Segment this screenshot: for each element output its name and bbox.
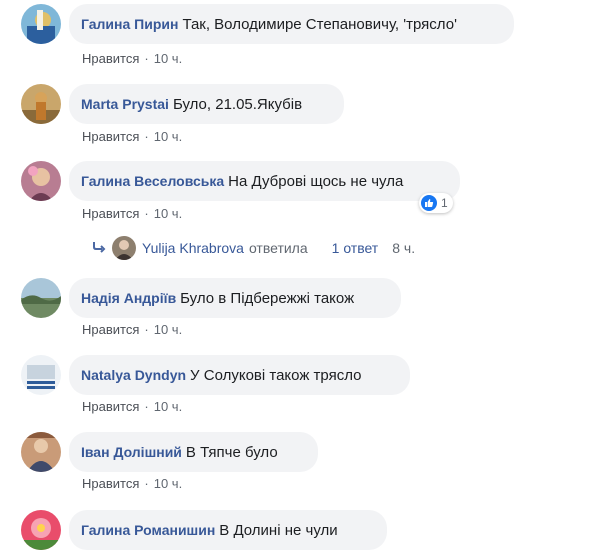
comment-text: В Тяпче було bbox=[185, 443, 278, 461]
meta-separator: · bbox=[144, 476, 149, 491]
comment-text: Було в Підбережжі також bbox=[180, 289, 355, 307]
like-link[interactable]: Нравится bbox=[82, 476, 139, 491]
meta-separator: · bbox=[144, 129, 149, 144]
comment-bubble: Natalya Dyndyn У Солукові також трясло bbox=[69, 355, 410, 395]
reaction-badge[interactable]: 1 bbox=[419, 193, 453, 213]
comment-author[interactable]: Галина Романишин bbox=[81, 522, 215, 538]
reply-arrow-icon bbox=[92, 240, 106, 256]
like-link[interactable]: Нравится bbox=[82, 129, 139, 144]
avatar bbox=[112, 236, 136, 260]
comment-meta: Нравится · 10 ч. bbox=[82, 206, 182, 221]
comment-text: Було, 21.05.Якубів bbox=[172, 95, 303, 113]
like-link[interactable]: Нравится bbox=[82, 51, 139, 66]
avatar[interactable] bbox=[21, 84, 61, 124]
comment-meta: Нравится · 10 ч. bbox=[82, 322, 182, 337]
meta-separator: · bbox=[144, 206, 149, 221]
comment-bubble: Галина Веселовська На Дуброві щось не чу… bbox=[69, 161, 460, 201]
like-link[interactable]: Нравится bbox=[82, 322, 139, 337]
avatar[interactable] bbox=[21, 355, 61, 395]
reaction-count: 1 bbox=[441, 196, 448, 210]
reply-count[interactable]: 1 ответ bbox=[332, 240, 379, 256]
comment-author[interactable]: Галина Пирин bbox=[81, 16, 178, 32]
comment-text: В Долині не чули bbox=[219, 521, 338, 539]
comment-meta: Нравится · 10 ч. bbox=[82, 129, 182, 144]
reply-author[interactable]: Yulija Khrabrova bbox=[142, 240, 244, 256]
thumbs-up-icon bbox=[421, 195, 437, 211]
reply-time: 8 ч. bbox=[392, 240, 416, 256]
reply-action: ответила bbox=[248, 240, 308, 256]
comment-bubble: Marta Prystai Було, 21.05.Якубів bbox=[69, 84, 344, 124]
comment-bubble: Іван Долішний В Тяпче було bbox=[69, 432, 318, 472]
avatar[interactable] bbox=[21, 4, 61, 44]
comment-author[interactable]: Галина Веселовська bbox=[81, 173, 224, 189]
comment-author[interactable]: Natalya Dyndyn bbox=[81, 367, 186, 383]
comment-author[interactable]: Надія Андріїв bbox=[81, 290, 176, 306]
view-replies-link[interactable]: Yulija Khrabrova ответила 1 ответ 8 ч. bbox=[92, 236, 415, 260]
comment-bubble: Галина Пирин Так, Володимире Степановичу… bbox=[69, 4, 514, 44]
comment-text: На Дуброві щось не чула bbox=[228, 172, 404, 190]
comment-time[interactable]: 10 ч. bbox=[154, 206, 182, 221]
comment-text: Так, Володимире Степановичу, 'трясло' bbox=[182, 15, 457, 33]
meta-separator: · bbox=[144, 51, 149, 66]
comment-time[interactable]: 10 ч. bbox=[154, 476, 182, 491]
comment-time[interactable]: 10 ч. bbox=[154, 322, 182, 337]
comment-bubble: Надія Андріїв Було в Підбережжі також bbox=[69, 278, 401, 318]
avatar[interactable] bbox=[21, 510, 61, 550]
like-link[interactable]: Нравится bbox=[82, 206, 139, 221]
avatar[interactable] bbox=[21, 278, 61, 318]
comment-author[interactable]: Marta Prystai bbox=[81, 96, 169, 112]
comment-meta: Нравится · 10 ч. bbox=[82, 476, 182, 491]
meta-separator: · bbox=[144, 322, 149, 337]
avatar[interactable] bbox=[21, 432, 61, 472]
comment-time[interactable]: 10 ч. bbox=[154, 51, 182, 66]
meta-separator: · bbox=[144, 399, 149, 414]
like-link[interactable]: Нравится bbox=[82, 399, 139, 414]
comment-author[interactable]: Іван Долішний bbox=[81, 444, 182, 460]
comment-meta: Нравится · 10 ч. bbox=[82, 399, 182, 414]
comment-time[interactable]: 10 ч. bbox=[154, 399, 182, 414]
comment-time[interactable]: 10 ч. bbox=[154, 129, 182, 144]
comment-bubble: Галина Романишин В Долині не чули bbox=[69, 510, 387, 550]
avatar[interactable] bbox=[21, 161, 61, 201]
comment-text: У Солукові також трясло bbox=[190, 366, 362, 384]
comment-meta: Нравится · 10 ч. bbox=[82, 51, 182, 66]
